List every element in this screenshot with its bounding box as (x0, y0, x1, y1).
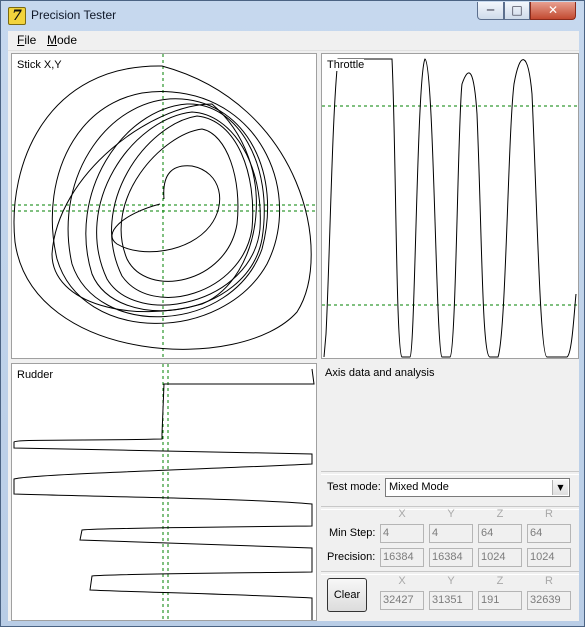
yellow-7-icon: 7 (8, 7, 26, 25)
stick-xy-panel: Stick X,Y (11, 53, 317, 359)
test-mode-label: Test mode: (327, 481, 381, 493)
test-mode-value: Mixed Mode (389, 481, 449, 493)
minimize-button[interactable]: ─ (477, 2, 504, 20)
chevron-down-icon[interactable]: ▼ (552, 480, 568, 495)
close-icon: ✕ (547, 3, 559, 17)
maximize-button[interactable]: □ (504, 2, 530, 20)
min-step-col-x: X (398, 508, 406, 520)
min-step-z: 64 (478, 524, 522, 543)
stick-trace-ring-6 (51, 103, 257, 313)
stick-trace-ring-5 (111, 115, 254, 298)
clear-button[interactable]: Clear (327, 578, 367, 612)
menu-bar: File Mode (8, 31, 579, 51)
stick-xy-label: Stick X,Y (17, 59, 62, 71)
test-mode-dropdown[interactable]: Mixed Mode ▼ (385, 478, 570, 497)
precision-tester-window: 7 Precision Tester ─ □ ✕ File Mode Stick… (0, 0, 585, 627)
menu-file[interactable]: File (17, 33, 36, 47)
min-step-col-r: R (545, 508, 553, 520)
throttle-label: Throttle (327, 59, 365, 71)
min-step-col-y: Y (447, 508, 455, 520)
rudder-label: Rudder (17, 369, 54, 381)
close-button[interactable]: ✕ (530, 2, 576, 20)
current-x: 32427 (380, 591, 424, 610)
min-step-x: 4 (380, 524, 424, 543)
menu-mode[interactable]: Mode (47, 33, 77, 47)
divider (321, 471, 579, 475)
rudder-plot (13, 364, 315, 620)
maximize-icon: □ (511, 3, 523, 17)
current-r: 32639 (527, 591, 571, 610)
min-step-label: Min Step: (329, 527, 376, 539)
client-area: Stick X,Y Throttle Rudder Axis data and … (8, 51, 579, 621)
current-y: 31351 (429, 591, 473, 610)
throttle-panel: Throttle (321, 53, 579, 359)
current-col-r: R (545, 575, 553, 587)
current-col-x: X (398, 575, 406, 587)
title-bar[interactable]: 7 Precision Tester ─ □ ✕ (1, 1, 584, 30)
precision-z: 1024 (478, 548, 522, 567)
stick-trace-inner (111, 165, 221, 253)
min-step-r: 64 (527, 524, 571, 543)
minimize-icon: ─ (486, 3, 495, 17)
precision-y: 16384 (429, 548, 473, 567)
rudder-panel: Rudder (11, 363, 317, 621)
rudder-trace (13, 368, 315, 620)
precision-x: 16384 (380, 548, 424, 567)
current-col-y: Y (447, 575, 455, 587)
axis-analysis-title: Axis data and analysis (325, 367, 435, 379)
current-z: 191 (478, 591, 522, 610)
min-step-col-z: Z (496, 508, 504, 520)
stick-xy-plot (12, 54, 316, 358)
precision-r: 1024 (527, 548, 571, 567)
precision-label: Precision: (327, 551, 376, 563)
throttle-plot (322, 58, 578, 358)
throttle-trace (323, 58, 577, 358)
window-title: Precision Tester (31, 8, 117, 22)
min-step-y: 4 (429, 524, 473, 543)
axis-analysis-panel: Axis data and analysis Test mode: Mixed … (321, 361, 579, 621)
current-col-z: Z (496, 575, 504, 587)
